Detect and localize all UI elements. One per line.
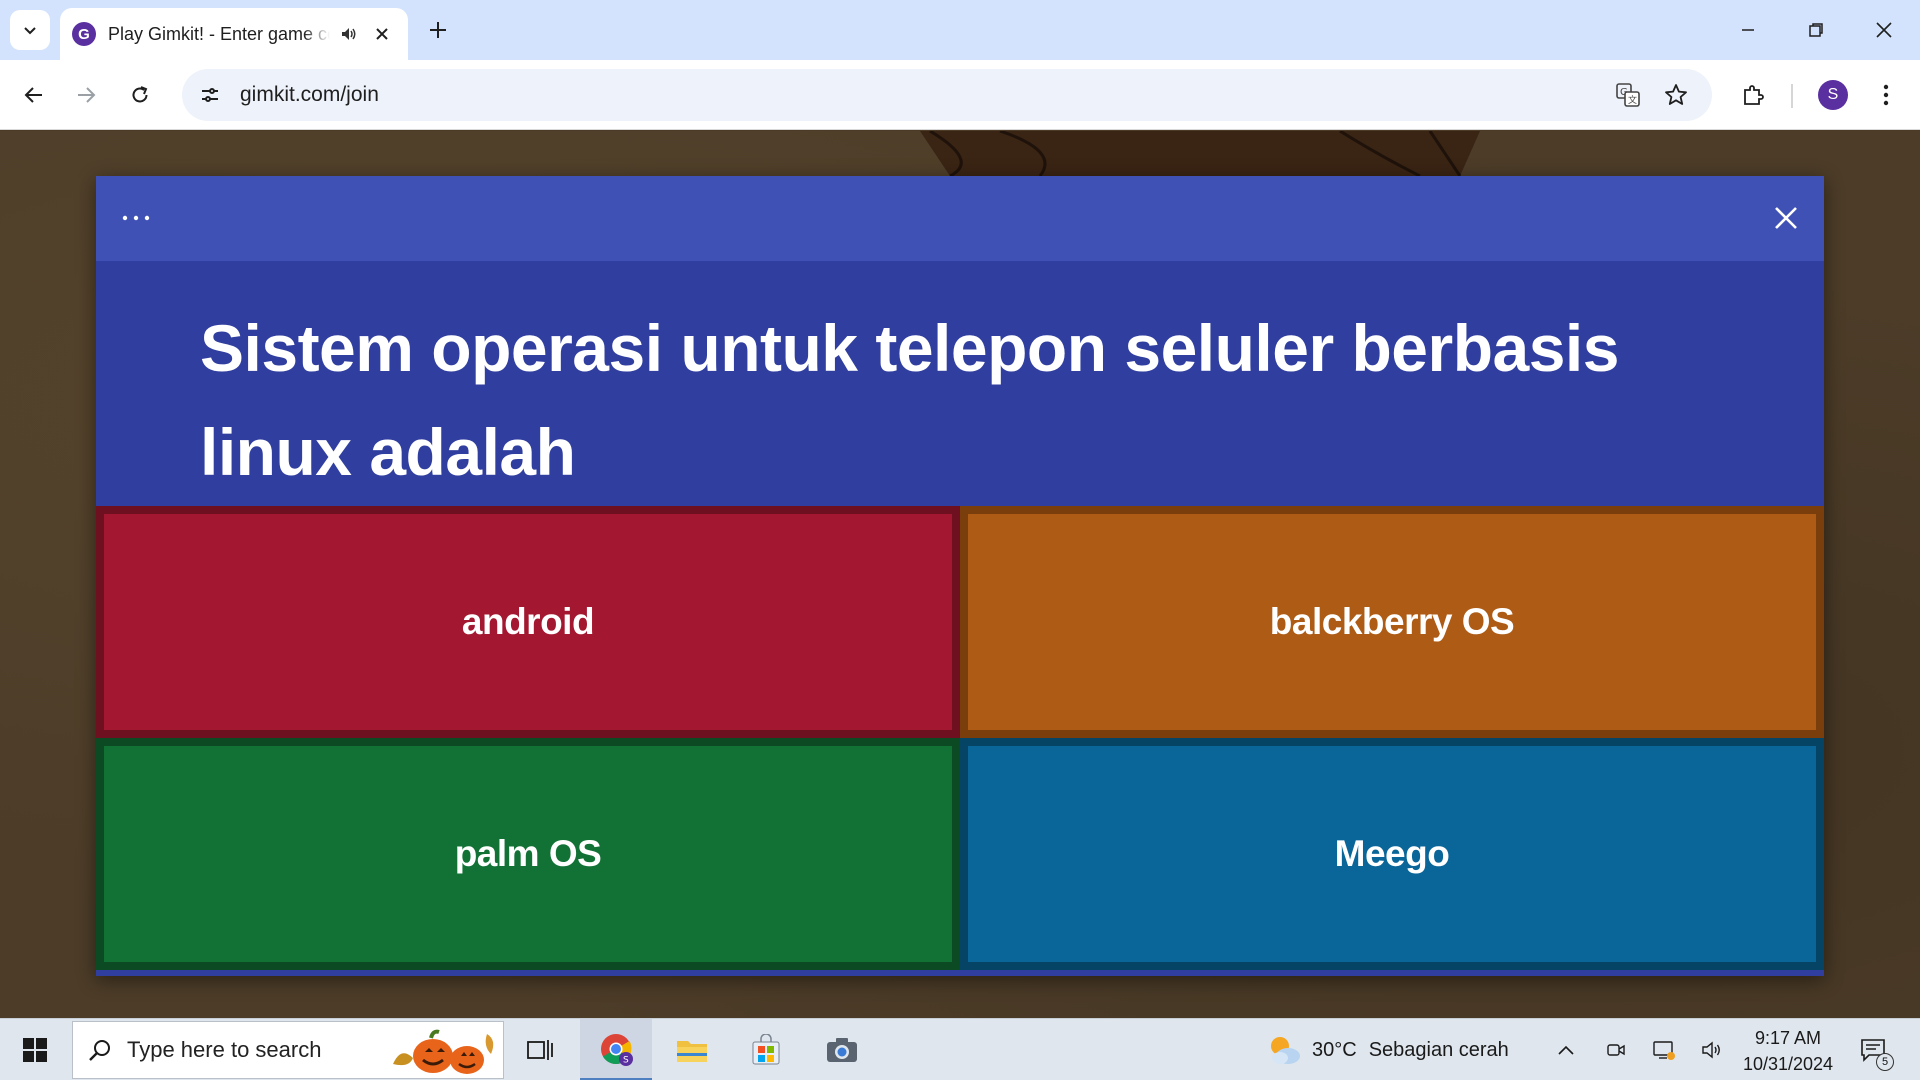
taskbar-camera[interactable] xyxy=(806,1019,878,1080)
translate-icon[interactable]: G文 xyxy=(1608,75,1648,115)
weather-temperature: 30°C xyxy=(1312,1038,1357,1061)
taskbar-microsoft-store[interactable] xyxy=(730,1019,802,1080)
browser-menu-button[interactable] xyxy=(1866,75,1906,115)
windows-taskbar: Type here to search S 30°C Sebagian cera… xyxy=(0,1018,1920,1080)
start-button[interactable] xyxy=(0,1019,70,1080)
meet-now-icon[interactable] xyxy=(1596,1019,1636,1080)
chevron-up-icon xyxy=(1558,1045,1574,1055)
folder-icon xyxy=(677,1041,707,1062)
weather-widget[interactable]: 30°C Sebagian cerah xyxy=(1266,1019,1509,1080)
clock-date: 10/31/2024 xyxy=(1742,1054,1834,1074)
minimize-button[interactable] xyxy=(1714,0,1782,60)
forward-button[interactable] xyxy=(66,75,106,115)
chevron-down-icon xyxy=(24,27,36,35)
answer-label: android xyxy=(461,601,595,642)
answer-option-2[interactable]: balckberry OS xyxy=(960,506,1824,738)
taskbar-clock[interactable]: 9:17 AM 10/31/2024 xyxy=(1734,1025,1842,1077)
close-modal-icon[interactable] xyxy=(1766,198,1806,238)
tab-close-icon[interactable] xyxy=(370,22,394,46)
notification-count-badge: 5 xyxy=(1876,1053,1894,1071)
chrome-icon: S xyxy=(601,1033,633,1066)
speaker-icon[interactable] xyxy=(338,23,360,45)
profile-button[interactable]: S xyxy=(1813,75,1853,115)
taskbar-search-box[interactable]: Type here to search xyxy=(72,1021,504,1079)
url-text[interactable]: gimkit.com/join xyxy=(240,83,379,107)
pumpkin-decoration-icon xyxy=(393,1029,494,1074)
background-artwork xyxy=(920,131,1480,176)
more-options-icon[interactable] xyxy=(116,198,156,238)
gimkit-favicon-icon: G xyxy=(72,22,96,46)
game-page: Sistem operasi untuk telepon seluler ber… xyxy=(0,131,1920,1018)
windows-logo-icon xyxy=(23,1038,47,1062)
toolbar-divider xyxy=(1791,84,1793,108)
address-bar[interactable]: gimkit.com/join G文 xyxy=(182,69,1712,121)
minimize-icon xyxy=(1742,29,1754,31)
answer-label: Meego xyxy=(1334,833,1450,874)
arrow-left-icon xyxy=(24,87,42,103)
bookmark-star-icon[interactable] xyxy=(1656,75,1696,115)
extensions-icon[interactable] xyxy=(1733,75,1773,115)
question-text: Sistem operasi untuk telepon seluler ber… xyxy=(200,311,1619,489)
network-icon[interactable] xyxy=(1644,1019,1684,1080)
arrow-right-icon xyxy=(78,87,96,103)
volume-icon[interactable] xyxy=(1692,1019,1732,1080)
answer-option-4[interactable]: Meego xyxy=(960,738,1824,970)
task-view-icon xyxy=(527,1040,553,1060)
clock-time: 9:17 AM xyxy=(1754,1028,1822,1048)
restore-button[interactable] xyxy=(1782,0,1850,60)
answer-label: palm OS xyxy=(454,833,602,874)
task-view-button[interactable] xyxy=(504,1019,576,1080)
search-icon xyxy=(73,1021,127,1079)
question-modal: Sistem operasi untuk telepon seluler ber… xyxy=(96,176,1824,976)
site-info-icon[interactable] xyxy=(190,75,230,115)
browser-toolbar: gimkit.com/join G文 S xyxy=(0,60,1920,130)
close-icon xyxy=(1876,22,1892,38)
avatar: S xyxy=(1818,80,1848,110)
answer-option-1[interactable]: android xyxy=(96,506,960,738)
camera-icon xyxy=(827,1038,857,1062)
restore-icon xyxy=(1809,23,1823,37)
svg-text:S: S xyxy=(623,1055,629,1065)
browser-tab-active[interactable]: G Play Gimkit! - Enter game code xyxy=(60,8,408,60)
close-window-button[interactable] xyxy=(1850,0,1918,60)
taskbar-chrome[interactable]: S xyxy=(580,1019,652,1080)
search-placeholder: Type here to search xyxy=(127,1037,322,1062)
browser-tab-strip: G Play Gimkit! - Enter game code xyxy=(0,0,1920,60)
answer-option-3[interactable]: palm OS xyxy=(96,738,960,970)
store-icon xyxy=(752,1034,780,1065)
tab-search-button[interactable] xyxy=(10,10,50,50)
modal-header xyxy=(96,176,1824,261)
show-hidden-icons-button[interactable] xyxy=(1546,1019,1586,1080)
answer-label: balckberry OS xyxy=(1269,601,1515,642)
kebab-menu-icon xyxy=(1883,84,1889,106)
notification-center-button[interactable]: 5 xyxy=(1850,1019,1896,1080)
reload-icon xyxy=(132,86,148,103)
weather-condition: Sebagian cerah xyxy=(1368,1038,1509,1061)
plus-icon xyxy=(430,22,446,38)
taskbar-file-explorer[interactable] xyxy=(656,1019,728,1080)
partly-sunny-icon xyxy=(1271,1037,1300,1064)
new-tab-button[interactable] xyxy=(420,12,456,48)
tab-title: Play Gimkit! - Enter game code xyxy=(108,23,330,44)
svg-text:文: 文 xyxy=(1628,94,1637,106)
reload-button[interactable] xyxy=(120,75,160,115)
back-button[interactable] xyxy=(14,75,54,115)
